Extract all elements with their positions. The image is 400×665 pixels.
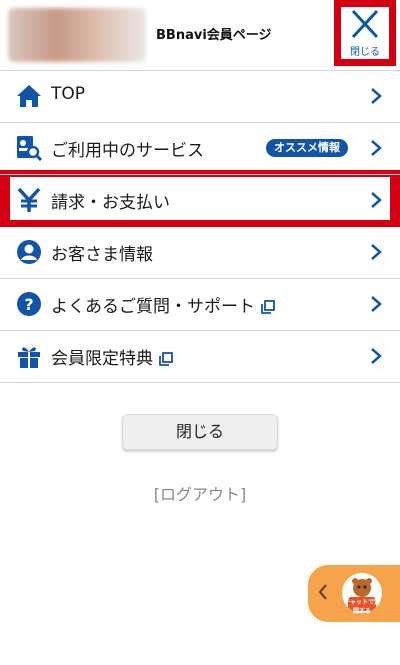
menu-item-label: 会員限定特典 [51, 344, 173, 369]
chat-tab[interactable]: チャットで質問する [308, 565, 400, 622]
chevron-right-icon [371, 244, 382, 260]
menu-item-benefits[interactable]: 会員限定特典 [0, 331, 400, 383]
menu-list: TOP ご利用中のサービス オススメ情報 請求・お支払い お客さま情報 ? よく… [0, 71, 400, 383]
svg-text:?: ? [24, 295, 33, 314]
close-menu-button[interactable]: 閉じる [341, 7, 389, 59]
menu-item-label: ご利用中のサービス [51, 141, 204, 161]
chevron-right-icon [371, 192, 382, 208]
chevron-right-icon [371, 348, 382, 364]
chevron-left-icon [318, 584, 327, 600]
logout-link[interactable]: [ログアウト] [0, 481, 400, 505]
chat-label: チャットで質問する [344, 599, 380, 615]
menu-item-label: よくあるご質問・サポート [51, 292, 275, 317]
close-label: 閉じる [350, 47, 380, 58]
menu-item-label: TOP [51, 84, 86, 104]
home-icon [17, 85, 41, 107]
recommend-badge: オススメ情報 [266, 139, 348, 157]
close-icon [351, 9, 379, 39]
header: BBnavi会員ページ 閉じる [0, 0, 400, 71]
user-icon [17, 240, 41, 264]
chevron-right-icon [371, 88, 382, 104]
close-button[interactable]: 閉じる [122, 414, 278, 450]
chevron-right-icon [371, 296, 382, 312]
menu-item-label: お客さま情報 [51, 245, 153, 265]
menu-item-services[interactable]: ご利用中のサービス オススメ情報 [0, 123, 400, 175]
menu-item-faq[interactable]: ? よくあるご質問・サポート [0, 279, 400, 331]
external-link-icon [159, 352, 173, 366]
chevron-right-icon [371, 140, 382, 156]
menu-item-top[interactable]: TOP [0, 71, 400, 123]
external-link-icon [261, 300, 275, 314]
menu-item-label: 請求・お支払い [51, 193, 170, 213]
close-button-highlight: 閉じる [334, 0, 396, 66]
menu-item-customer-info[interactable]: お客さま情報 [0, 227, 400, 279]
yen-icon [17, 187, 41, 212]
question-icon: ? [17, 292, 41, 316]
menu-item-billing[interactable]: 請求・お支払い [0, 175, 400, 227]
logo [8, 8, 146, 62]
service-search-icon [17, 136, 42, 161]
page-title: BBnavi会員ページ [156, 28, 272, 43]
gift-icon [18, 347, 40, 368]
